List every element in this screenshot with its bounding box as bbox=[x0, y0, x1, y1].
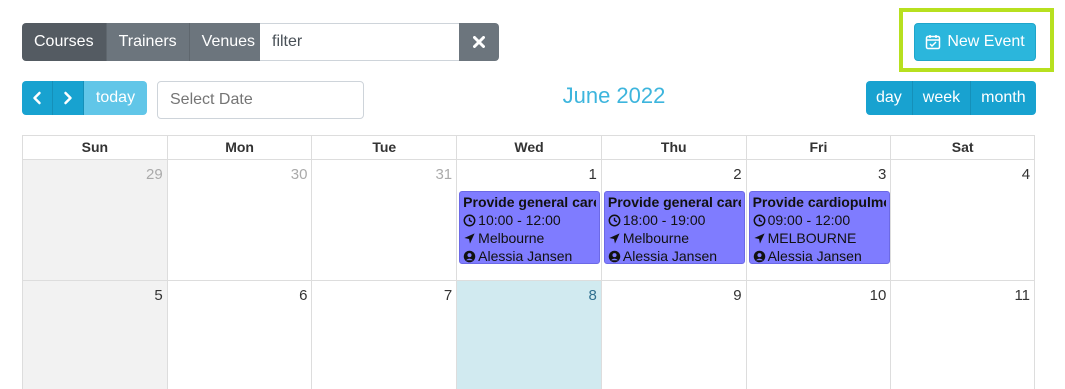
day-cell[interactable]: 11 bbox=[891, 281, 1034, 389]
today-button[interactable]: today bbox=[84, 81, 147, 115]
clock-icon bbox=[608, 214, 621, 226]
user-circle-icon bbox=[608, 250, 621, 262]
next-button[interactable] bbox=[53, 81, 84, 115]
location-arrow-icon bbox=[753, 232, 765, 244]
day-number: 5 bbox=[154, 287, 163, 304]
day-number: 30 bbox=[290, 166, 308, 183]
day-number: 4 bbox=[1021, 166, 1031, 183]
day-cell[interactable]: 2 Provide general care or 18:00 - 19:00 … bbox=[602, 160, 747, 280]
day-cell[interactable]: 30 bbox=[168, 160, 313, 280]
calendar-event[interactable]: Provide general care or 10:00 - 12:00 Me… bbox=[459, 191, 601, 264]
day-number: 9 bbox=[733, 287, 742, 304]
day-cell[interactable]: 29 bbox=[23, 160, 168, 280]
day-number: 10 bbox=[869, 287, 887, 304]
month-calendar: Sun Mon Tue Wed Thu Fri Sat 29 30 31 1 P… bbox=[22, 135, 1035, 389]
event-trainer: Alessia Jansen bbox=[478, 248, 573, 264]
event-location: Melbourne bbox=[622, 230, 690, 246]
weekday-header: Sun bbox=[23, 136, 168, 159]
clock-icon bbox=[753, 214, 766, 226]
week-row: 5 6 7 8 9 10 11 bbox=[23, 281, 1034, 389]
trainers-button[interactable]: Trainers bbox=[106, 23, 190, 61]
weekday-header: Tue bbox=[312, 136, 458, 159]
user-circle-icon bbox=[753, 250, 765, 262]
calendar-event[interactable]: Provide general care or 18:00 - 19:00 Me… bbox=[603, 191, 745, 264]
view-toggle-group: day week month bbox=[866, 81, 1036, 115]
clear-filter-button[interactable] bbox=[459, 23, 499, 61]
event-title: Provide cardiopulmonar bbox=[752, 194, 886, 210]
select-date-input[interactable] bbox=[157, 81, 364, 119]
day-cell[interactable]: 4 bbox=[891, 160, 1034, 280]
calendar-event[interactable]: Provide cardiopulmonar 09:00 - 12:00 MEL… bbox=[748, 191, 890, 264]
today-cell[interactable]: 8 bbox=[457, 281, 602, 389]
weekday-header: Thu bbox=[602, 136, 747, 159]
event-title: Provide general care or bbox=[463, 194, 596, 210]
event-trainer: Alessia Jansen bbox=[622, 248, 718, 264]
day-number: 31 bbox=[435, 166, 453, 183]
event-location: Melbourne bbox=[478, 230, 545, 246]
day-cell[interactable]: 9 bbox=[602, 281, 747, 389]
calendar-check-icon bbox=[926, 35, 941, 50]
day-number: 29 bbox=[146, 166, 163, 183]
day-cell[interactable]: 31 bbox=[312, 160, 458, 280]
day-number: 11 bbox=[1014, 287, 1031, 304]
location-arrow-icon bbox=[464, 232, 475, 244]
day-number: 3 bbox=[877, 166, 887, 183]
day-cell[interactable]: 5 bbox=[23, 281, 168, 389]
day-number: 1 bbox=[588, 166, 597, 183]
event-time: 09:00 - 12:00 bbox=[767, 212, 851, 228]
weekday-header-row: Sun Mon Tue Wed Thu Fri Sat bbox=[23, 136, 1034, 160]
chevron-left-icon bbox=[33, 91, 41, 105]
event-time: 18:00 - 19:00 bbox=[622, 212, 706, 228]
month-view-button[interactable]: month bbox=[971, 81, 1036, 115]
month-title: June 2022 bbox=[562, 83, 666, 108]
close-icon bbox=[473, 36, 485, 48]
chevron-right-icon bbox=[64, 91, 72, 105]
day-number: 8 bbox=[588, 287, 597, 304]
day-cell[interactable]: 7 bbox=[312, 281, 458, 389]
calendar-page: Courses Trainers Venues New Event bbox=[0, 0, 1065, 389]
event-time: 10:00 - 12:00 bbox=[478, 212, 561, 228]
weekday-header: Sat bbox=[951, 139, 974, 155]
event-title: Provide general care or bbox=[607, 194, 741, 210]
week-row: 29 30 31 1 Provide general care or 10:00… bbox=[23, 160, 1034, 281]
day-number: 2 bbox=[733, 166, 742, 183]
weekday-header: Mon bbox=[168, 136, 313, 159]
clock-icon bbox=[463, 214, 476, 226]
location-arrow-icon bbox=[609, 232, 620, 244]
day-cell[interactable]: 6 bbox=[168, 281, 313, 389]
week-view-button[interactable]: week bbox=[912, 81, 972, 115]
day-cell[interactable]: 3 Provide cardiopulmonar 09:00 - 12:00 M… bbox=[747, 160, 892, 280]
day-number: 6 bbox=[299, 287, 308, 304]
prev-button[interactable] bbox=[22, 81, 53, 115]
resource-toggle-group: Courses Trainers Venues bbox=[22, 23, 268, 61]
filter-input[interactable] bbox=[260, 23, 460, 61]
new-event-button[interactable]: New Event bbox=[914, 23, 1036, 61]
event-trainer: Alessia Jansen bbox=[767, 248, 862, 264]
courses-button[interactable]: Courses bbox=[22, 23, 107, 61]
event-location: MELBOURNE bbox=[767, 230, 857, 246]
date-nav-group: today bbox=[22, 81, 147, 115]
day-cell[interactable]: 10 bbox=[747, 281, 892, 389]
weekday-header: Fri bbox=[747, 136, 892, 159]
venues-button[interactable]: Venues bbox=[189, 23, 268, 61]
weekday-header: Wed bbox=[457, 136, 602, 159]
user-circle-icon bbox=[463, 250, 476, 262]
day-view-button[interactable]: day bbox=[866, 81, 913, 115]
day-cell[interactable]: 1 Provide general care or 10:00 - 12:00 … bbox=[457, 160, 602, 280]
new-event-label: New Event bbox=[947, 33, 1025, 50]
day-number: 7 bbox=[443, 287, 453, 304]
